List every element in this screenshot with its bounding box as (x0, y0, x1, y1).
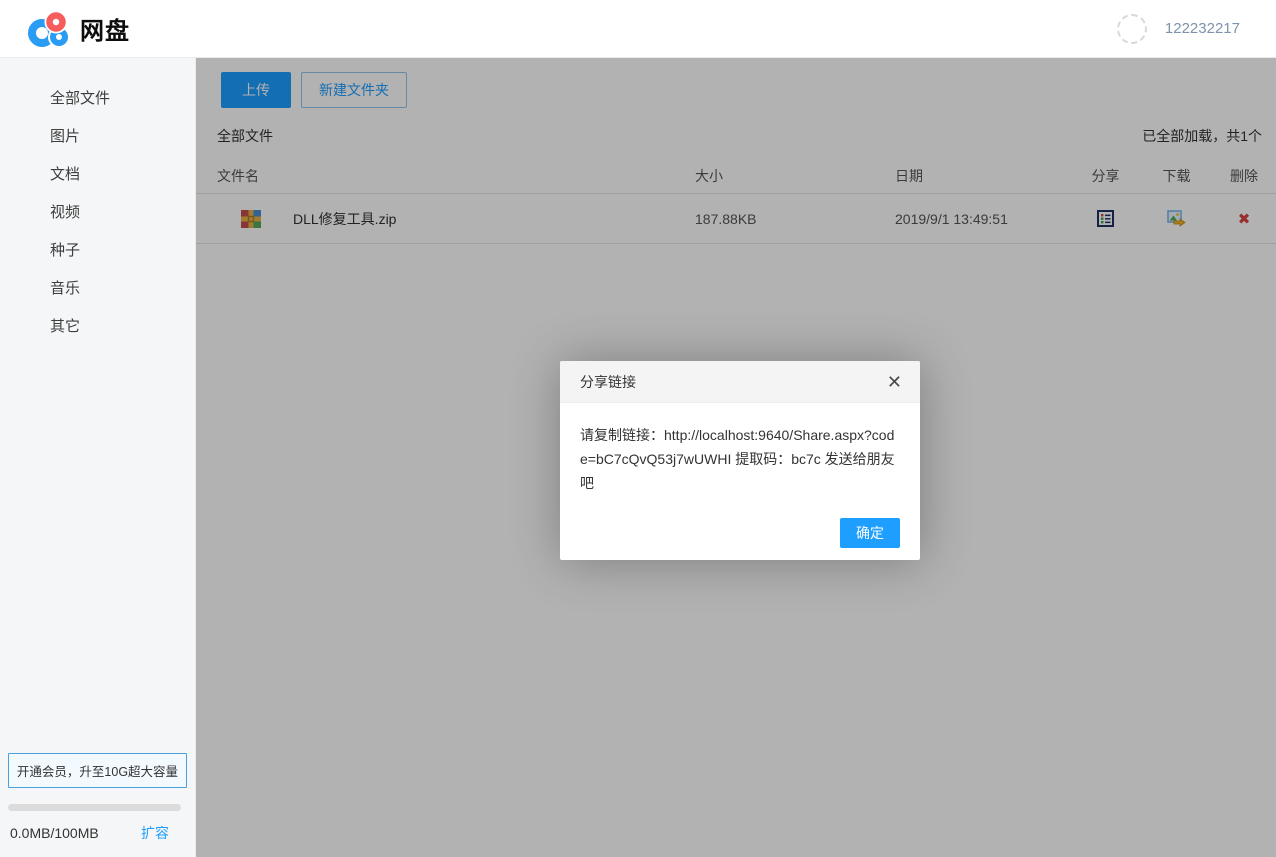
sidebar-item-videos[interactable]: 视频 (0, 194, 195, 232)
sidebar-nav: 全部文件 图片 文档 视频 种子 音乐 其它 (0, 58, 195, 346)
sidebar-storage-panel: 开通会员，升至10G超大容量 0.0MB/100MB 扩容 (0, 753, 195, 857)
sidebar-item-all-files[interactable]: 全部文件 (0, 80, 195, 118)
app-header: 网盘 122232217 (0, 0, 1276, 58)
storage-progress-bar (8, 804, 181, 811)
sidebar-item-pictures[interactable]: 图片 (0, 118, 195, 156)
dialog-message: 请复制链接：http://localhost:9640/Share.aspx?c… (560, 403, 920, 495)
sidebar-item-documents[interactable]: 文档 (0, 156, 195, 194)
dialog-titlebar: 分享链接 ✕ (560, 361, 920, 403)
sidebar-item-other[interactable]: 其它 (0, 308, 195, 346)
user-area: 122232217 (1117, 14, 1240, 44)
upgrade-member-button[interactable]: 开通会员，升至10G超大容量 (8, 753, 187, 788)
dialog-title: 分享链接 (580, 372, 636, 392)
sidebar-item-music[interactable]: 音乐 (0, 270, 195, 308)
app-logo[interactable]: 网盘 (28, 10, 130, 48)
expand-storage-link[interactable]: 扩容 (141, 823, 169, 843)
app-title: 网盘 (80, 11, 130, 46)
storage-usage-text: 0.0MB/100MB (10, 825, 99, 841)
sidebar: 全部文件 图片 文档 视频 种子 音乐 其它 开通会员，升至10G超大容量 0.… (0, 58, 196, 857)
avatar[interactable] (1117, 14, 1147, 44)
close-icon[interactable]: ✕ (887, 373, 902, 391)
sidebar-item-torrents[interactable]: 种子 (0, 232, 195, 270)
cloud-logo-icon (28, 10, 72, 48)
username[interactable]: 122232217 (1165, 20, 1240, 37)
ok-button[interactable]: 确定 (840, 518, 900, 548)
share-link-dialog: 分享链接 ✕ 请复制链接：http://localhost:9640/Share… (560, 361, 920, 560)
